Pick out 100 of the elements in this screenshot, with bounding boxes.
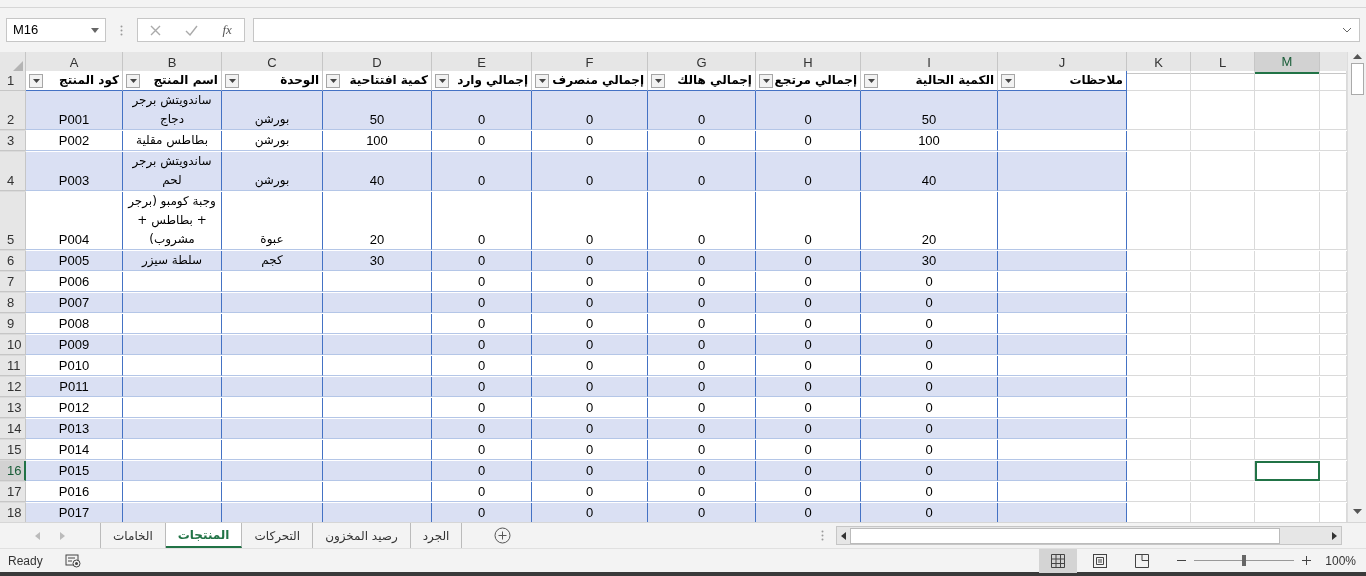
row-header[interactable]: 9	[0, 314, 26, 334]
filter-button[interactable]	[326, 73, 340, 88]
table-cell: بورشن	[222, 152, 323, 191]
expand-icon	[1343, 27, 1351, 33]
table-cell: 100	[861, 131, 998, 151]
caret-icon	[129, 78, 137, 83]
table-cell: 0	[861, 293, 998, 313]
filter-button[interactable]	[225, 73, 239, 88]
column-header[interactable]: M	[1255, 52, 1320, 74]
empty-cell	[1255, 398, 1320, 418]
row-header[interactable]: 12	[0, 377, 26, 397]
row-header[interactable]: 13	[0, 398, 26, 418]
empty-cell	[1255, 482, 1320, 502]
table-cell: 0	[432, 152, 532, 191]
row-header[interactable]: 5	[0, 192, 26, 250]
table-cell: 0	[861, 419, 998, 439]
row-header[interactable]: 16	[0, 461, 26, 481]
table-cell: 0	[532, 419, 648, 439]
table-cell: 0	[532, 293, 648, 313]
empty-cell	[1191, 251, 1255, 271]
scroll-thumb[interactable]	[1350, 63, 1364, 95]
left-arrow-icon[interactable]	[841, 531, 846, 540]
table-cell: 30	[323, 251, 432, 271]
filter-button[interactable]	[435, 73, 449, 88]
filter-button[interactable]	[29, 73, 43, 88]
filter-button[interactable]	[126, 73, 140, 88]
row-header[interactable]: 15	[0, 440, 26, 460]
caret-icon	[91, 27, 99, 33]
table-cell: 0	[756, 440, 861, 460]
row-header[interactable]: 11	[0, 356, 26, 376]
table-cell: كجم	[222, 251, 323, 271]
vertical-scrollbar[interactable]	[1347, 52, 1366, 522]
header-text: الوحدة	[280, 72, 319, 90]
macro-record-icon[interactable]	[64, 553, 81, 568]
table-cell: 0	[756, 503, 861, 522]
row-header[interactable]: 18	[0, 503, 26, 522]
table-cell: P014	[26, 440, 123, 460]
more-icon	[821, 530, 824, 541]
caret-icon	[329, 78, 337, 83]
filter-button[interactable]	[1001, 73, 1015, 88]
filter-button[interactable]	[535, 73, 549, 88]
name-box[interactable]: M16	[6, 18, 106, 42]
table-cell: 0	[532, 314, 648, 334]
zoom-slider[interactable]	[1194, 553, 1295, 568]
table-cell: 0	[432, 91, 532, 130]
row-header[interactable]: 4	[0, 152, 26, 191]
table-cell: 0	[648, 131, 756, 151]
table-cell: 0	[532, 440, 648, 460]
add-sheet-icon[interactable]	[493, 527, 511, 544]
horizontal-scrollbar[interactable]	[836, 526, 1342, 545]
empty-cell	[1255, 440, 1320, 460]
scroll-thumb[interactable]	[850, 527, 1280, 544]
table-cell: P013	[26, 419, 123, 439]
table-cell: 0	[432, 377, 532, 397]
empty-cell	[1255, 335, 1320, 355]
zoom-level: 100%	[1325, 552, 1356, 570]
empty-cell	[1255, 71, 1320, 91]
check-icon[interactable]	[185, 24, 199, 36]
selected-cell[interactable]	[1255, 461, 1320, 481]
table-cell: 0	[756, 293, 861, 313]
sheet-tab[interactable]: المنتجات	[165, 523, 243, 548]
filter-button[interactable]	[864, 73, 878, 88]
zoom-thumb[interactable]	[1242, 555, 1247, 566]
table-cell: 20	[323, 192, 432, 250]
empty-cell	[1191, 131, 1255, 151]
right-arrow-icon[interactable]	[1332, 531, 1337, 540]
table-cell: 0	[432, 482, 532, 502]
table-cell: 0	[861, 272, 998, 292]
empty-cell	[1255, 152, 1320, 191]
zoom-in-icon[interactable]	[1302, 556, 1312, 565]
row-header[interactable]: 10	[0, 335, 26, 355]
row-header[interactable]: 1	[0, 71, 26, 91]
row-header[interactable]: 14	[0, 419, 26, 439]
formula-input[interactable]	[253, 18, 1360, 42]
function-button[interactable]: fx	[222, 20, 232, 40]
table-cell: 0	[532, 398, 648, 418]
column-header[interactable]: K	[1127, 52, 1191, 74]
table-cell: 0	[532, 377, 648, 397]
table-cell: 0	[432, 192, 532, 250]
table-cell: 0	[648, 152, 756, 191]
filter-button[interactable]	[651, 73, 665, 88]
table-cell: عبوة	[222, 192, 323, 250]
row-header[interactable]: 6	[0, 251, 26, 271]
up-arrow-icon[interactable]	[1352, 54, 1362, 59]
table-cell: 0	[432, 272, 532, 292]
row-header[interactable]: 8	[0, 293, 26, 313]
table-cell: 0	[648, 272, 756, 292]
filter-button[interactable]	[759, 73, 773, 88]
row-header[interactable]: 2	[0, 91, 26, 130]
table-cell: P011	[26, 377, 123, 397]
normal-view-button[interactable]	[1039, 548, 1078, 573]
table-cell: P012	[26, 398, 123, 418]
table-cell: 0	[756, 251, 861, 271]
row-header[interactable]: 17	[0, 482, 26, 502]
down-arrow-icon[interactable]	[1352, 509, 1362, 514]
row-header[interactable]: 7	[0, 272, 26, 292]
caret-icon	[867, 78, 875, 83]
table-cell: 0	[756, 461, 861, 481]
row-header[interactable]: 3	[0, 131, 26, 151]
table-cell: ساندويتش برجر لحم	[123, 152, 222, 191]
